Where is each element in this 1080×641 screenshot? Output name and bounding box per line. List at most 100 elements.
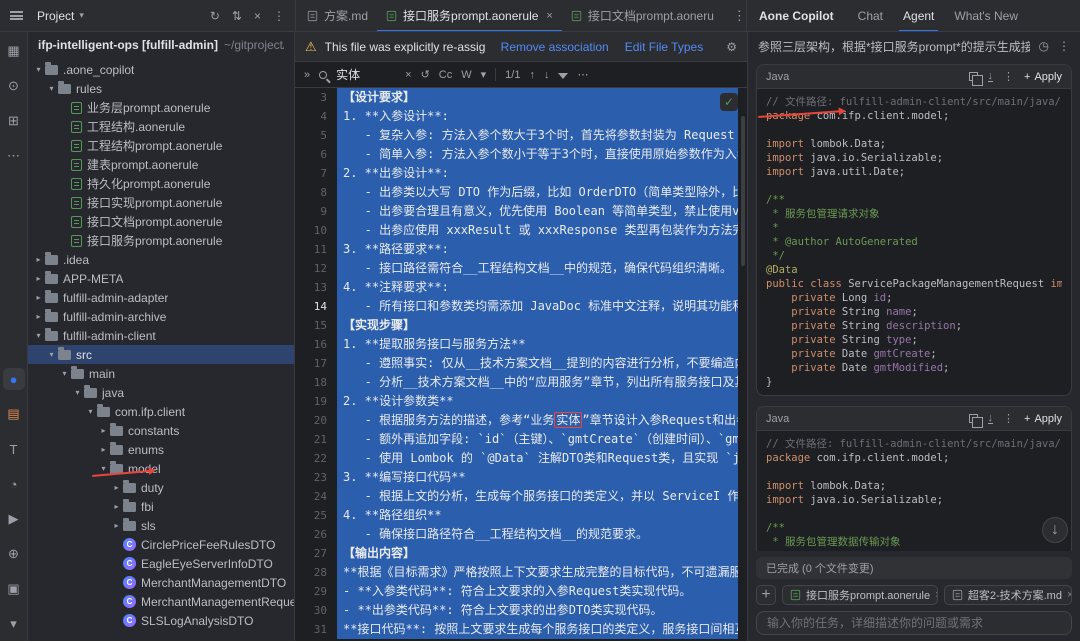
tree-item-CirclePriceFeeRulesDTO[interactable]: C CirclePriceFeeRulesDTO: [28, 535, 294, 554]
editor-line-14[interactable]: 14 - 所有接口和参数类均需添加 JavaDoc 标准中文注释，说明其功能和用…: [295, 297, 747, 316]
chevron-right-icon[interactable]: ▸: [110, 502, 123, 511]
editor-line-13[interactable]: 13 4. **注释要求**:: [295, 278, 747, 297]
editor-line-10[interactable]: 10 - 出参应使用 xxxResult 或 xxxResponse 类型再包装…: [295, 221, 747, 240]
chevron-down-icon[interactable]: ▾: [84, 407, 97, 416]
tree-item-enums[interactable]: ▸ enums: [28, 440, 294, 459]
editor-line-18[interactable]: 18 - 分析__技术方案文档__中的“应用服务”章节，列出所有服务接口及其对应…: [295, 373, 747, 392]
copilot-icon[interactable]: ●: [2, 368, 25, 390]
editor-line-3[interactable]: 3 【设计要求】: [295, 88, 747, 107]
apply-button[interactable]: + Apply: [1024, 413, 1062, 425]
apply-button[interactable]: + Apply: [1024, 71, 1062, 83]
chevron-down-icon[interactable]: ▾: [32, 65, 45, 74]
editor-tab-接口服务prompt.aonerule[interactable]: 接口服务prompt.aonerule ×: [377, 0, 562, 31]
kebab-menu-icon[interactable]: ⋮: [1058, 39, 1070, 53]
commit-icon[interactable]: ⊙: [3, 75, 25, 97]
whole-words-toggle[interactable]: W: [461, 69, 471, 81]
chevron-down-icon[interactable]: ▾: [97, 464, 110, 473]
editor-line-27[interactable]: 27 【输出内容】: [295, 544, 747, 563]
editor-line-16[interactable]: 16 1. **提取服务接口与服务方法**: [295, 335, 747, 354]
tree-item-duty[interactable]: ▸ duty: [28, 478, 294, 497]
run-icon[interactable]: ▶: [3, 508, 25, 530]
main-menu-icon[interactable]: [10, 11, 23, 20]
chevron-right-icon[interactable]: ▸: [32, 312, 45, 321]
editor-line-23[interactable]: 23 3. **编写接口代码**: [295, 468, 747, 487]
chevron-right-icon[interactable]: ▸: [32, 255, 45, 264]
insert-icon[interactable]: ↓: [987, 71, 994, 82]
chevron-right-icon[interactable]: ▸: [97, 445, 110, 454]
copilot-tab-What's New[interactable]: What's New: [944, 0, 1028, 31]
kebab-menu-icon[interactable]: ⋮: [1003, 412, 1014, 425]
tree-item-工程结构prompt.aonerule[interactable]: 工程结构prompt.aonerule: [28, 136, 294, 155]
editor-line-29[interactable]: 29 - **入参类代码**: 符合上文要求的入参Request类实现代码。: [295, 582, 747, 601]
terminal-icon[interactable]: ▣: [3, 578, 25, 600]
tree-item-fulfill-admin-adapter[interactable]: ▸ fulfill-admin-adapter: [28, 288, 294, 307]
tree-item-接口实现prompt.aonerule[interactable]: 接口实现prompt.aonerule: [28, 193, 294, 212]
match-case-toggle[interactable]: Cc: [439, 69, 452, 81]
close-icon[interactable]: ×: [254, 9, 261, 23]
tree-item-constants[interactable]: ▸ constants: [28, 421, 294, 440]
editor-line-31[interactable]: 31 **接口代码**: 按照上文要求生成每个服务接口的类定义，服务接口间相互独立: [295, 620, 747, 639]
clear-search-icon[interactable]: ×: [405, 69, 411, 81]
prev-match-icon[interactable]: ↑: [529, 69, 535, 81]
todo-icon[interactable]: T: [3, 438, 25, 460]
chevron-down-icon[interactable]: ▾: [58, 369, 71, 378]
editor-line-6[interactable]: 6 - 简单入参: 方法入参个数小于等于3个时，直接使用原始参数作为入参。: [295, 145, 747, 164]
task-input[interactable]: [756, 611, 1072, 635]
vcs-update-icon[interactable]: ⇅: [232, 9, 242, 23]
next-match-icon[interactable]: ↓: [544, 69, 550, 81]
chevron-down-icon[interactable]: ▾: [32, 331, 45, 340]
editor-line-30[interactable]: 30 - **出参类代码**: 符合上文要求的出参DTO类实现代码。: [295, 601, 747, 620]
copilot-tab-Chat[interactable]: Chat: [848, 0, 893, 31]
expand-search-icon[interactable]: »: [304, 69, 310, 81]
tree-item-EagleEyeServerInfoDTO[interactable]: C EagleEyeServerInfoDTO: [28, 554, 294, 573]
edit-file-types-link[interactable]: Edit File Types: [625, 40, 703, 54]
editor-tab-接口文档prompt.aoneru[interactable]: 接口文档prompt.aoneru: [562, 0, 723, 31]
editor-line-20[interactable]: 20 - 根据服务方法的描述，参考“业务实体”章节设计入参Request和出参D…: [295, 411, 747, 430]
editor-line-15[interactable]: 15 【实现步骤】: [295, 316, 747, 335]
remove-chip-icon[interactable]: ×: [1067, 589, 1071, 601]
sync-icon[interactable]: ↻: [210, 9, 220, 23]
tree-item-rules[interactable]: ▾ rules: [28, 79, 294, 98]
editor-line-17[interactable]: 17 - 遵照事实: 仅从__技术方案文档__提到的内容进行分析，不要编造内容。: [295, 354, 747, 373]
search-history-icon[interactable]: ↺: [421, 68, 430, 81]
more-tools-icon[interactable]: ⋯: [3, 145, 25, 167]
editor-line-5[interactable]: 5 - 复杂入参: 方法入参个数大于3个时，首先将参数封装为 Request 后…: [295, 126, 747, 145]
tree-item-fulfill-admin-archive[interactable]: ▸ fulfill-admin-archive: [28, 307, 294, 326]
tree-item-MerchantManagementRequest[interactable]: C MerchantManagementRequest: [28, 592, 294, 611]
copy-icon[interactable]: [968, 414, 983, 428]
remove-chip-icon[interactable]: ×: [935, 589, 937, 601]
clock-icon[interactable]: ◷: [1039, 39, 1049, 53]
context-chip-接口服务prompt.aonerule[interactable]: 接口服务prompt.aonerule ×: [782, 585, 938, 605]
editor-tab-方案.md[interactable]: 方案.md: [298, 0, 377, 31]
tree-item-model[interactable]: ▾ model: [28, 459, 294, 478]
tree-item-main[interactable]: ▾ main: [28, 364, 294, 383]
project-icon[interactable]: ▦: [3, 40, 25, 62]
tree-item-fulfill-admin-client[interactable]: ▾ fulfill-admin-client: [28, 326, 294, 345]
tree-item-APP-META[interactable]: ▸ APP-META: [28, 269, 294, 288]
editor-line-8[interactable]: 8 - 出参类以大写 DTO 作为后缀，比如 OrderDTO（简单类型除外，比…: [295, 183, 747, 202]
tree-item-持久化prompt.aonerule[interactable]: 持久化prompt.aonerule: [28, 174, 294, 193]
tree-item-com.ifp.client[interactable]: ▾ com.ifp.client: [28, 402, 294, 421]
collapse-icon[interactable]: ▾: [3, 613, 25, 635]
tree-item-建表prompt.aonerule[interactable]: 建表prompt.aonerule: [28, 155, 294, 174]
gear-icon[interactable]: ⚙: [726, 40, 737, 54]
history-icon[interactable]: ◔: [3, 473, 25, 495]
chevron-down-icon[interactable]: ▾: [71, 388, 84, 397]
completion-status-bar[interactable]: 已完成 (0 个文件变更): [756, 557, 1072, 579]
tree-item-.aone_copilot[interactable]: ▾ .aone_copilot: [28, 60, 294, 79]
editor-line-7[interactable]: 7 2. **出参设计**:: [295, 164, 747, 183]
tree-item-业务层prompt.aonerule[interactable]: 业务层prompt.aonerule: [28, 98, 294, 117]
chevron-right-icon[interactable]: ▸: [110, 483, 123, 492]
tree-item-java[interactable]: ▾ java: [28, 383, 294, 402]
close-tab-icon[interactable]: ×: [546, 10, 552, 22]
scroll-to-bottom-button[interactable]: ↓: [1042, 517, 1068, 543]
chevron-down-icon[interactable]: ▾: [45, 84, 58, 93]
editor-line-4[interactable]: 4 1. **入参设计**:: [295, 107, 747, 126]
search-query[interactable]: 实体: [336, 66, 396, 83]
kebab-menu-icon[interactable]: ⋮: [1003, 70, 1014, 83]
editor-line-9[interactable]: 9 - 出参要合理且有意义，优先使用 Boolean 等简单类型，禁止使用voi…: [295, 202, 747, 221]
tree-item-src[interactable]: ▾ src: [28, 345, 294, 364]
remove-association-link[interactable]: Remove association: [501, 40, 609, 54]
tree-item-fbi[interactable]: ▸ fbi: [28, 497, 294, 516]
editor-line-11[interactable]: 11 3. **路径要求**:: [295, 240, 747, 259]
